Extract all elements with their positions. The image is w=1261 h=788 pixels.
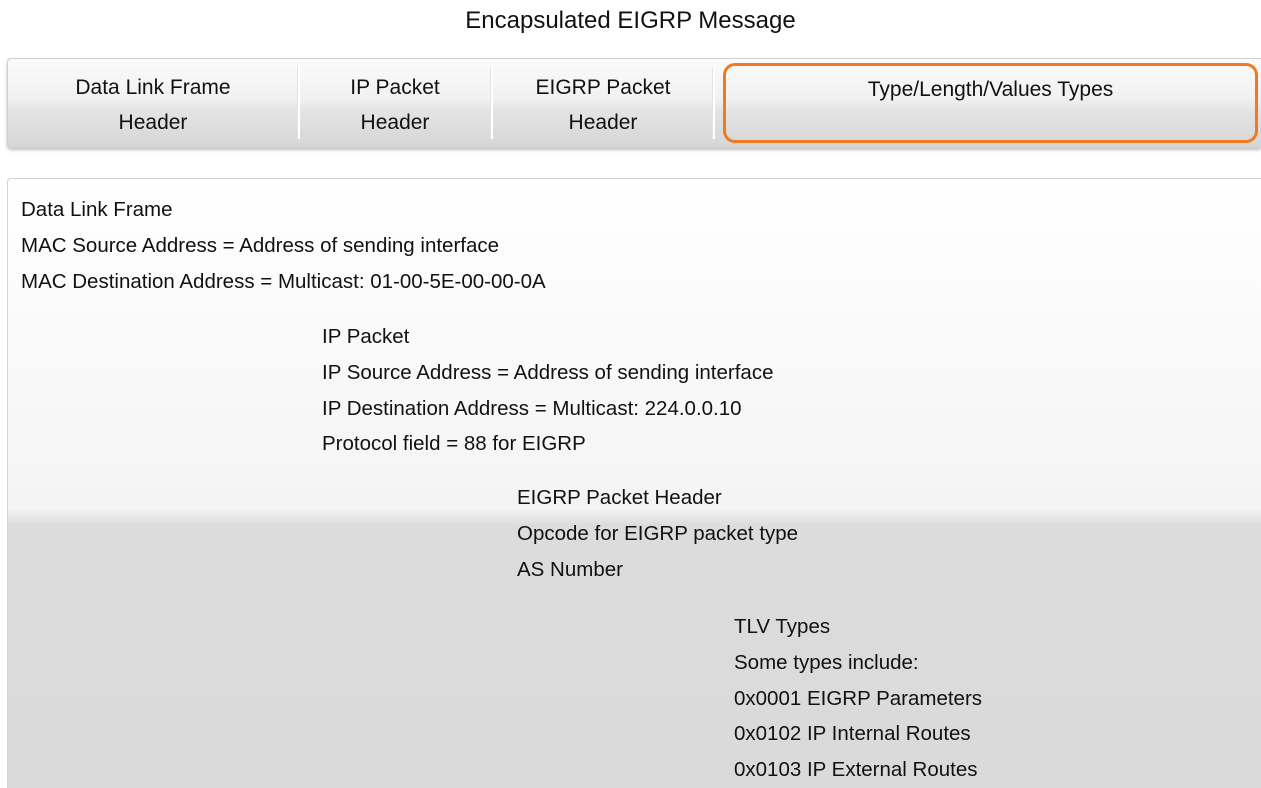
tab-ip-packet-header[interactable]: IP Packet Header: [298, 69, 492, 141]
section-heading: EIGRP Packet Header: [517, 486, 722, 509]
tab-tlv-types-selected[interactable]: Type/Length/Values Types: [723, 63, 1258, 143]
section-heading: Data Link Frame: [21, 198, 173, 221]
section-line: MAC Destination Address = Multicast: 01-…: [21, 269, 546, 293]
tab-label-line2: Header: [118, 111, 188, 134]
tab-eigrp-packet-header[interactable]: EIGRP Packet Header: [492, 69, 714, 141]
section-line: MAC Source Address = Address of sending …: [21, 233, 500, 257]
page: Encapsulated EIGRP Message Data Link Fra…: [0, 0, 1261, 788]
section-line: Protocol field = 88 for EIGRP: [322, 432, 586, 456]
tab-label-line1: IP Packet: [350, 76, 440, 99]
section-line: Some types include:: [734, 650, 919, 674]
tab-divider: [712, 67, 715, 139]
section-heading: IP Packet: [322, 325, 410, 348]
tab-label-line1: Type/Length/Values Types: [867, 78, 1114, 101]
page-title: Encapsulated EIGRP Message: [465, 7, 796, 34]
tab-label-line2: Header: [568, 111, 638, 134]
section-line: IP Source Address = Address of sending i…: [322, 360, 774, 384]
header-tab-bar: Data Link Frame Header IP Packet Header …: [7, 58, 1261, 148]
eigrp-packet-header-section: EIGRP Packet Header Opcode for EIGRP pac…: [517, 480, 798, 587]
tab-label-line1: EIGRP Packet: [535, 76, 671, 99]
section-line: 0x0103 IP External Routes: [734, 758, 978, 782]
tab-label-line2: Header: [360, 111, 430, 134]
section-line: Opcode for EIGRP packet type: [517, 521, 799, 545]
tab-label-line1: Data Link Frame: [75, 76, 231, 99]
section-line: 0x0102 IP Internal Routes: [734, 722, 971, 746]
section-line: 0x0001 EIGRP Parameters: [734, 686, 983, 710]
section-heading: TLV Types: [734, 615, 831, 638]
section-line: IP Destination Address = Multicast: 224.…: [322, 396, 742, 420]
section-line: AS Number: [517, 557, 623, 581]
data-link-frame-section: Data Link Frame MAC Source Address = Add…: [21, 192, 546, 299]
tlv-types-section: TLV Types Some types include: 0x0001 EIG…: [734, 609, 982, 788]
tab-data-link-frame-header[interactable]: Data Link Frame Header: [8, 69, 298, 141]
content-panel: Data Link Frame MAC Source Address = Add…: [7, 178, 1261, 788]
ip-packet-section: IP Packet IP Source Address = Address of…: [322, 319, 773, 462]
